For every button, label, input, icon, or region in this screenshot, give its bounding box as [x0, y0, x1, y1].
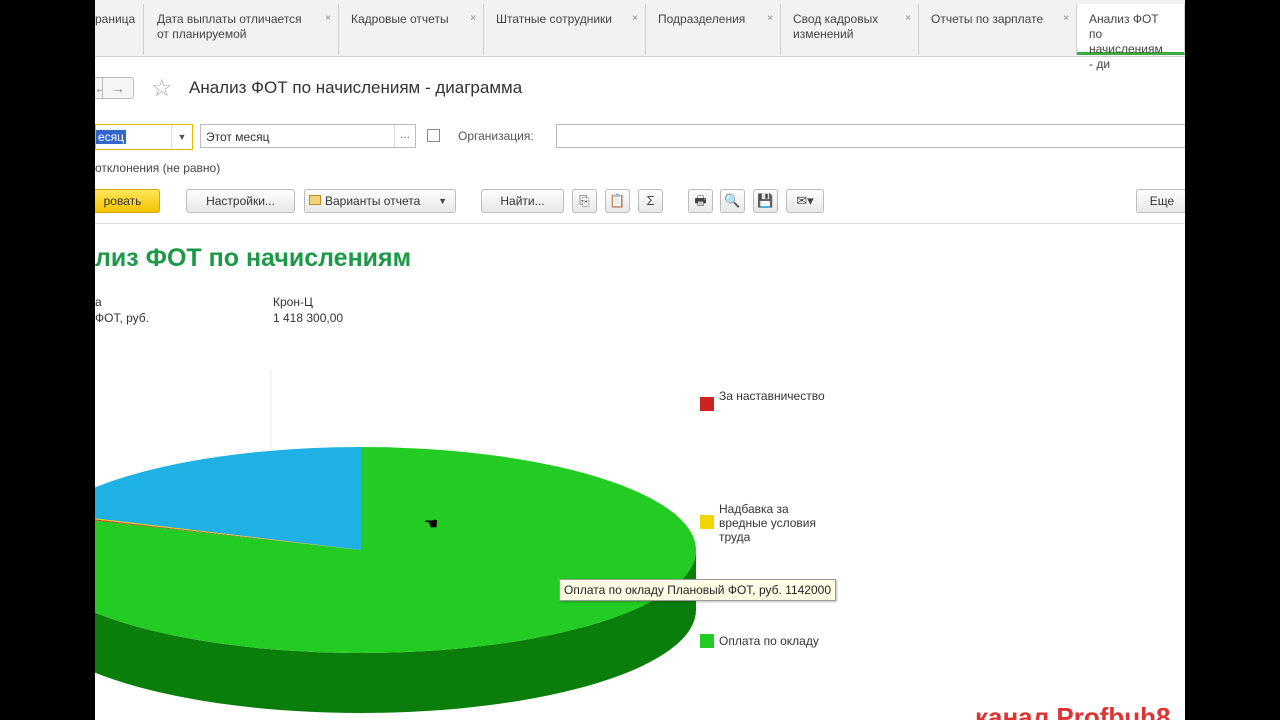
close-icon[interactable]: ×	[325, 11, 331, 26]
tab-label: Анализ ФОТ по начислениям - ди	[1089, 12, 1163, 71]
tab-salary-reports[interactable]: Отчеты по зарплате ×	[919, 4, 1077, 55]
tab-bar: раница Дата выплаты отличается от планир…	[95, 0, 1185, 71]
close-icon[interactable]: ×	[1063, 11, 1069, 26]
period-type-select[interactable]: есяц ▼	[95, 124, 193, 150]
tab-payroll-analysis[interactable]: Анализ ФОТ по начислениям - ди	[1077, 4, 1185, 71]
tab-start-page[interactable]: раница	[95, 4, 144, 55]
organization-checkbox[interactable]	[427, 129, 440, 142]
legend-label-hazard: Надбавка за вредные условия труда	[719, 502, 816, 544]
tab-label: Штатные сотрудники	[496, 12, 612, 26]
legend-swatch-salary	[700, 634, 714, 648]
report-title: лиз ФОТ по начислениям	[95, 244, 412, 272]
tab-label: Свод кадровых изменений	[793, 12, 879, 41]
legend-label-mentoring: За наставничество	[719, 389, 825, 403]
organization-label: Организация:	[458, 129, 534, 143]
period-type-value: есяц	[96, 130, 127, 144]
tab-staff-employees[interactable]: Штатные сотрудники ×	[484, 4, 646, 55]
deviation-filter-text: отклонения (не равно)	[95, 161, 221, 175]
tab-hr-changes-summary[interactable]: Свод кадровых изменений ×	[781, 4, 919, 55]
forward-arrow-icon: →	[111, 80, 125, 96]
report-variants-label: Варианты отчета	[325, 194, 421, 208]
application-window: раница Дата выплаты отличается от планир…	[95, 0, 1185, 720]
tab-label: Подразделения	[658, 12, 746, 26]
folder-icon	[309, 195, 321, 205]
forward-button[interactable]: →	[102, 77, 134, 99]
tab-departments[interactable]: Подразделения ×	[646, 4, 781, 55]
period-value: Этот месяц	[206, 130, 270, 144]
sum-icon[interactable]: Σ	[638, 189, 663, 213]
favorite-star-icon[interactable]: ☆	[151, 74, 173, 103]
tab-hr-reports[interactable]: Кадровые отчеты ×	[339, 4, 484, 55]
tab-label: Кадровые отчеты	[351, 12, 449, 26]
preview-icon[interactable]: 🔍	[720, 189, 745, 213]
print-icon[interactable]: 🖶	[688, 189, 713, 213]
sum-glyph: Σ	[646, 193, 655, 208]
table-cell-value: 1 418 300,00	[273, 311, 344, 325]
paste-icon[interactable]: 📋	[605, 189, 630, 213]
organization-input[interactable]	[556, 124, 1185, 148]
copy-icon[interactable]: ⎘	[572, 189, 597, 213]
legend-swatch-mentoring	[700, 397, 714, 411]
legend-swatch-hazard	[700, 515, 714, 529]
pie-chart	[95, 370, 696, 713]
settings-button[interactable]: Настройки...	[186, 189, 295, 213]
chevron-down-icon[interactable]: ▼	[171, 125, 192, 149]
divider	[95, 223, 1185, 224]
choose-button[interactable]: ...	[394, 125, 415, 147]
chart-tooltip: Оплата по окладу Плановый ФОТ, руб. 1142…	[559, 579, 836, 601]
mail-icon[interactable]: ✉▾	[786, 189, 824, 213]
watermark: канал Profbuh8	[975, 702, 1171, 720]
close-icon[interactable]: ×	[632, 11, 638, 26]
chevron-down-icon: ▼	[438, 196, 447, 206]
legend-label-salary: Оплата по окладу	[719, 634, 819, 648]
tab-label: раница	[95, 12, 136, 26]
save-icon[interactable]: 💾	[753, 189, 778, 213]
hand-cursor-icon: ☚	[424, 516, 439, 533]
tab-label: Дата выплаты отличается от планируемой	[157, 12, 302, 41]
close-icon[interactable]: ×	[470, 11, 476, 26]
table-row-label: ФОТ, руб.	[95, 311, 150, 325]
table-header-cell: а	[95, 295, 102, 309]
table-header-org: Крон-Ц	[273, 295, 313, 309]
close-icon[interactable]: ×	[767, 11, 773, 26]
tab-payment-date-differs[interactable]: Дата выплаты отличается от планируемой ×	[145, 4, 339, 55]
report-variants-button[interactable]: Варианты отчета ▼	[304, 189, 456, 213]
find-button[interactable]: Найти...	[481, 189, 564, 213]
more-button[interactable]: Еще	[1136, 189, 1185, 213]
tab-label: Отчеты по зарплате	[931, 12, 1044, 26]
generate-button[interactable]: ровать	[95, 189, 160, 213]
page-title: Анализ ФОТ по начислениям - диаграмма	[189, 78, 523, 97]
period-input[interactable]: Этот месяц ...	[200, 124, 416, 148]
close-icon[interactable]: ×	[905, 11, 911, 26]
